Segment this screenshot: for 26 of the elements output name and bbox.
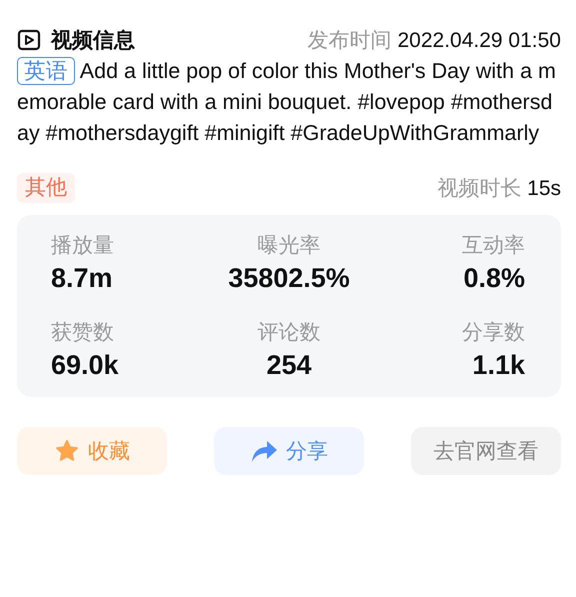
category-tag: 其他 [17,173,75,203]
website-button[interactable]: 去官网查看 [411,427,561,475]
publish-label: 发布时间 [308,29,392,52]
duration-label: 视频时长 [437,177,522,200]
section-title: 视频信息 [51,28,135,54]
publish-time: 2022.04.29 01:50 [398,29,561,52]
stat-value: 8.7m [51,263,113,294]
stat-value: 1.1k [472,350,525,381]
video-description: 英语 Add a little pop of color this Mother's Day with a memorable card with a mini bouquet. #lovepop #mothersday #mothersdaygift #minigift #GradeUpWithGrammarly [17,56,557,147]
stat-label: 曝光率 [257,233,320,259]
duration-value: 15s [527,177,561,200]
stat-value: 254 [266,350,312,381]
stat-label: 分享数 [462,320,525,346]
stat-label: 互动率 [462,233,525,259]
favorite-button[interactable]: 收藏 [17,427,167,475]
stat-label: 评论数 [257,320,320,346]
video-icon [17,28,41,52]
language-tag: 英语 [17,57,75,85]
stat-value: 0.8% [463,263,525,294]
stat-label: 获赞数 [51,320,114,346]
share-arrow-icon [250,438,278,464]
stat-label: 播放量 [51,233,114,259]
stat-value: 35802.5% [228,263,350,294]
star-icon [54,438,80,464]
share-button[interactable]: 分享 [214,427,364,475]
stat-value: 69.0k [51,350,119,381]
